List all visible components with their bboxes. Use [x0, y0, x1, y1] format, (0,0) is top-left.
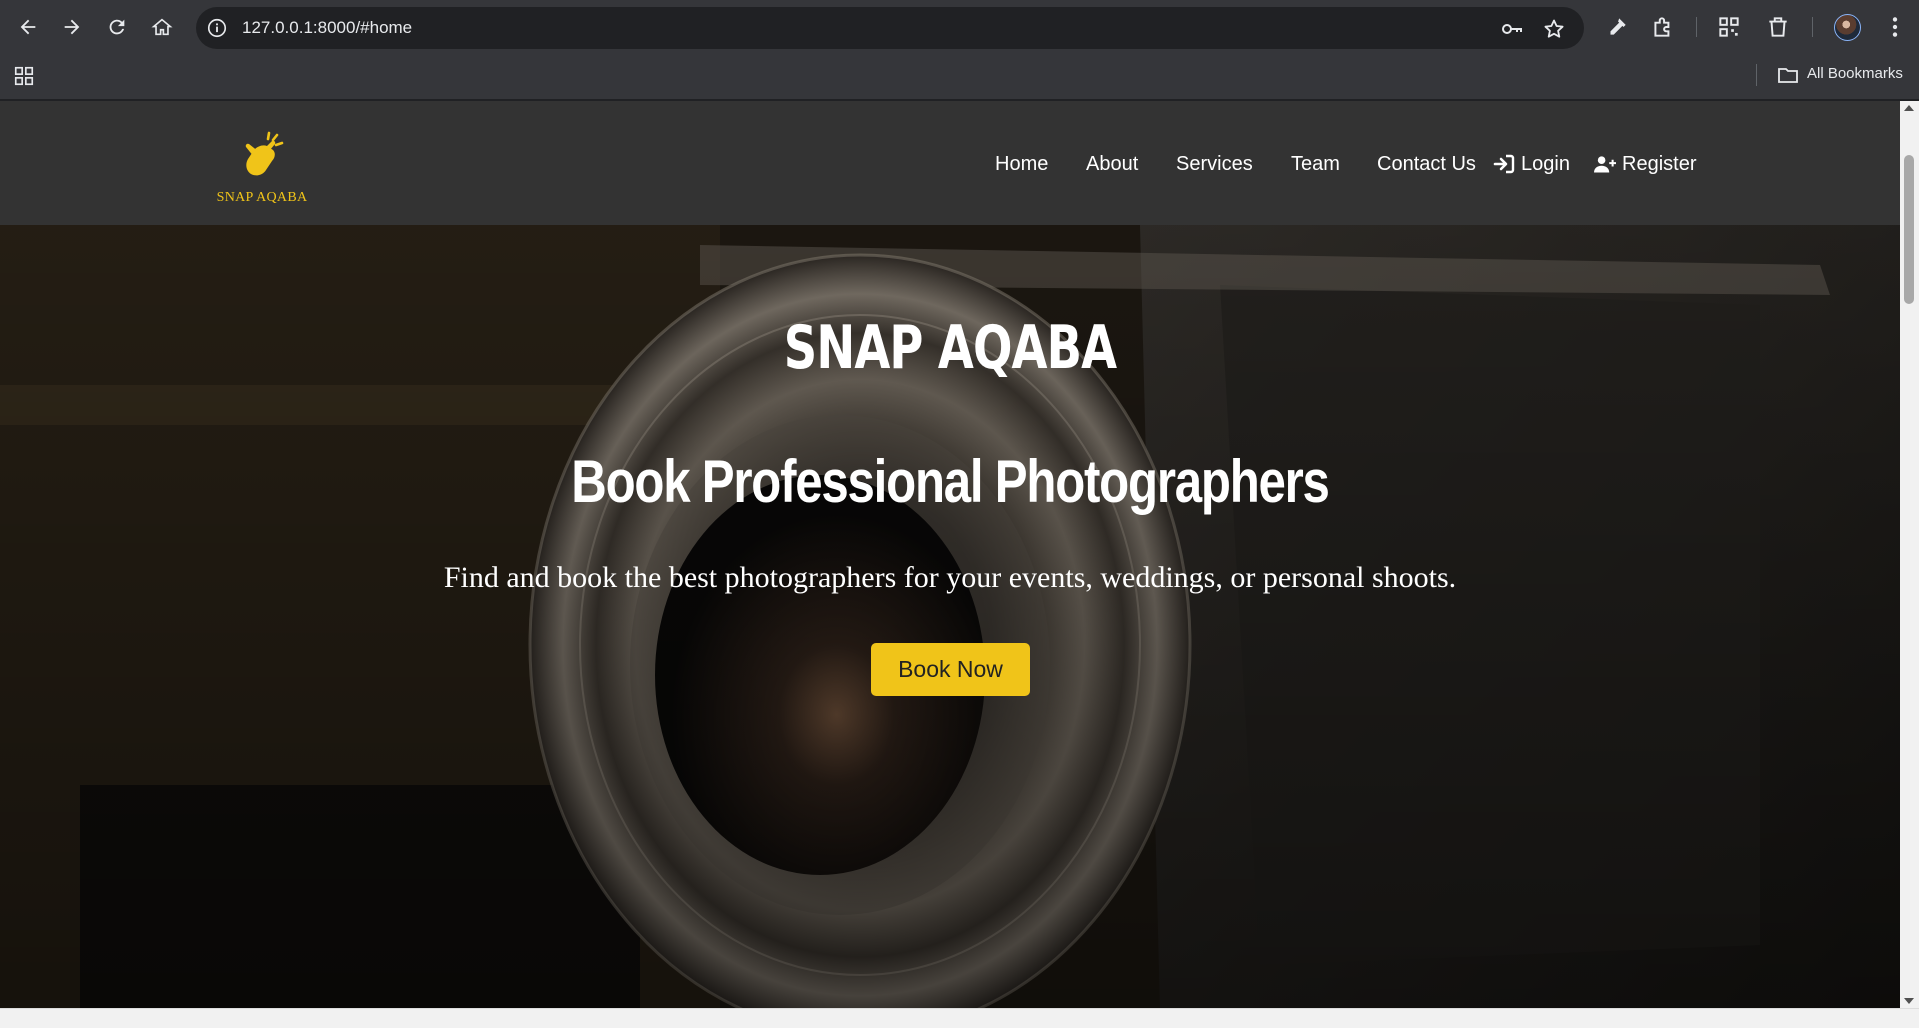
site-navbar: SNAP AQABA Home About Services Team Cont… [0, 101, 1900, 225]
nav-login-label: Login [1521, 152, 1570, 175]
nav-about[interactable]: About [1086, 149, 1138, 179]
browser-toolbar: 127.0.0.1:8000/#home [0, 0, 1919, 56]
user-plus-icon [1594, 156, 1616, 173]
site-logo[interactable]: SNAP AQABA [214, 131, 310, 211]
key-icon[interactable] [1500, 17, 1524, 41]
hero-title: SNAP AQABA [783, 313, 1117, 383]
toolbar-divider [1696, 17, 1697, 37]
horizontal-scroll-strip [0, 1008, 1919, 1028]
nav-register[interactable]: Register [1594, 149, 1696, 179]
nav-login[interactable]: Login [1493, 149, 1570, 179]
apps-grid-icon[interactable] [13, 65, 35, 87]
hero-heading: Book Professional Photographers [571, 448, 1330, 515]
page-scrollbar[interactable] [1900, 101, 1919, 1008]
snapping-hand-icon [245, 131, 284, 176]
folder-icon[interactable] [1776, 63, 1800, 87]
star-icon[interactable] [1542, 17, 1566, 41]
toolbar-divider [1812, 17, 1813, 37]
nav-contact[interactable]: Contact Us [1377, 149, 1476, 179]
nav-home[interactable]: Home [995, 149, 1048, 179]
scroll-down-arrow-icon[interactable] [1904, 998, 1914, 1004]
info-icon[interactable] [206, 17, 228, 39]
nav-team[interactable]: Team [1291, 149, 1340, 179]
qr-code-icon[interactable] [1716, 14, 1742, 40]
trash-icon[interactable] [1765, 14, 1791, 40]
kebab-menu-icon[interactable] [1882, 14, 1908, 40]
profile-avatar[interactable] [1834, 14, 1861, 41]
scroll-thumb[interactable] [1904, 155, 1914, 304]
home-icon[interactable] [147, 12, 177, 42]
url-text[interactable]: 127.0.0.1:8000/#home [242, 18, 412, 38]
bookmarks-bar: All Bookmarks [0, 56, 1919, 100]
all-bookmarks-link[interactable]: All Bookmarks [1807, 65, 1903, 82]
sign-in-icon [1493, 154, 1515, 174]
book-now-button[interactable]: Book Now [871, 643, 1030, 696]
reload-icon[interactable] [102, 12, 132, 42]
scroll-up-arrow-icon[interactable] [1904, 105, 1914, 111]
puzzle-icon[interactable] [1650, 14, 1676, 40]
page-viewport: SNAP AQABA Home About Services Team Cont… [0, 101, 1900, 1008]
nav-register-label: Register [1622, 152, 1697, 175]
logo-text: SNAP AQABA [216, 190, 308, 205]
nav-services[interactable]: Services [1176, 149, 1253, 179]
eyedropper-icon[interactable] [1604, 14, 1630, 40]
hero-section: SNAP AQABA Book Professional Photographe… [0, 225, 1900, 1008]
address-bar[interactable]: 127.0.0.1:8000/#home [196, 7, 1584, 49]
forward-arrow-icon[interactable] [57, 12, 87, 42]
back-arrow-icon[interactable] [13, 12, 43, 42]
bookmarks-divider [1756, 64, 1757, 86]
hero-subtitle: Find and book the best photographers for… [443, 561, 1457, 594]
